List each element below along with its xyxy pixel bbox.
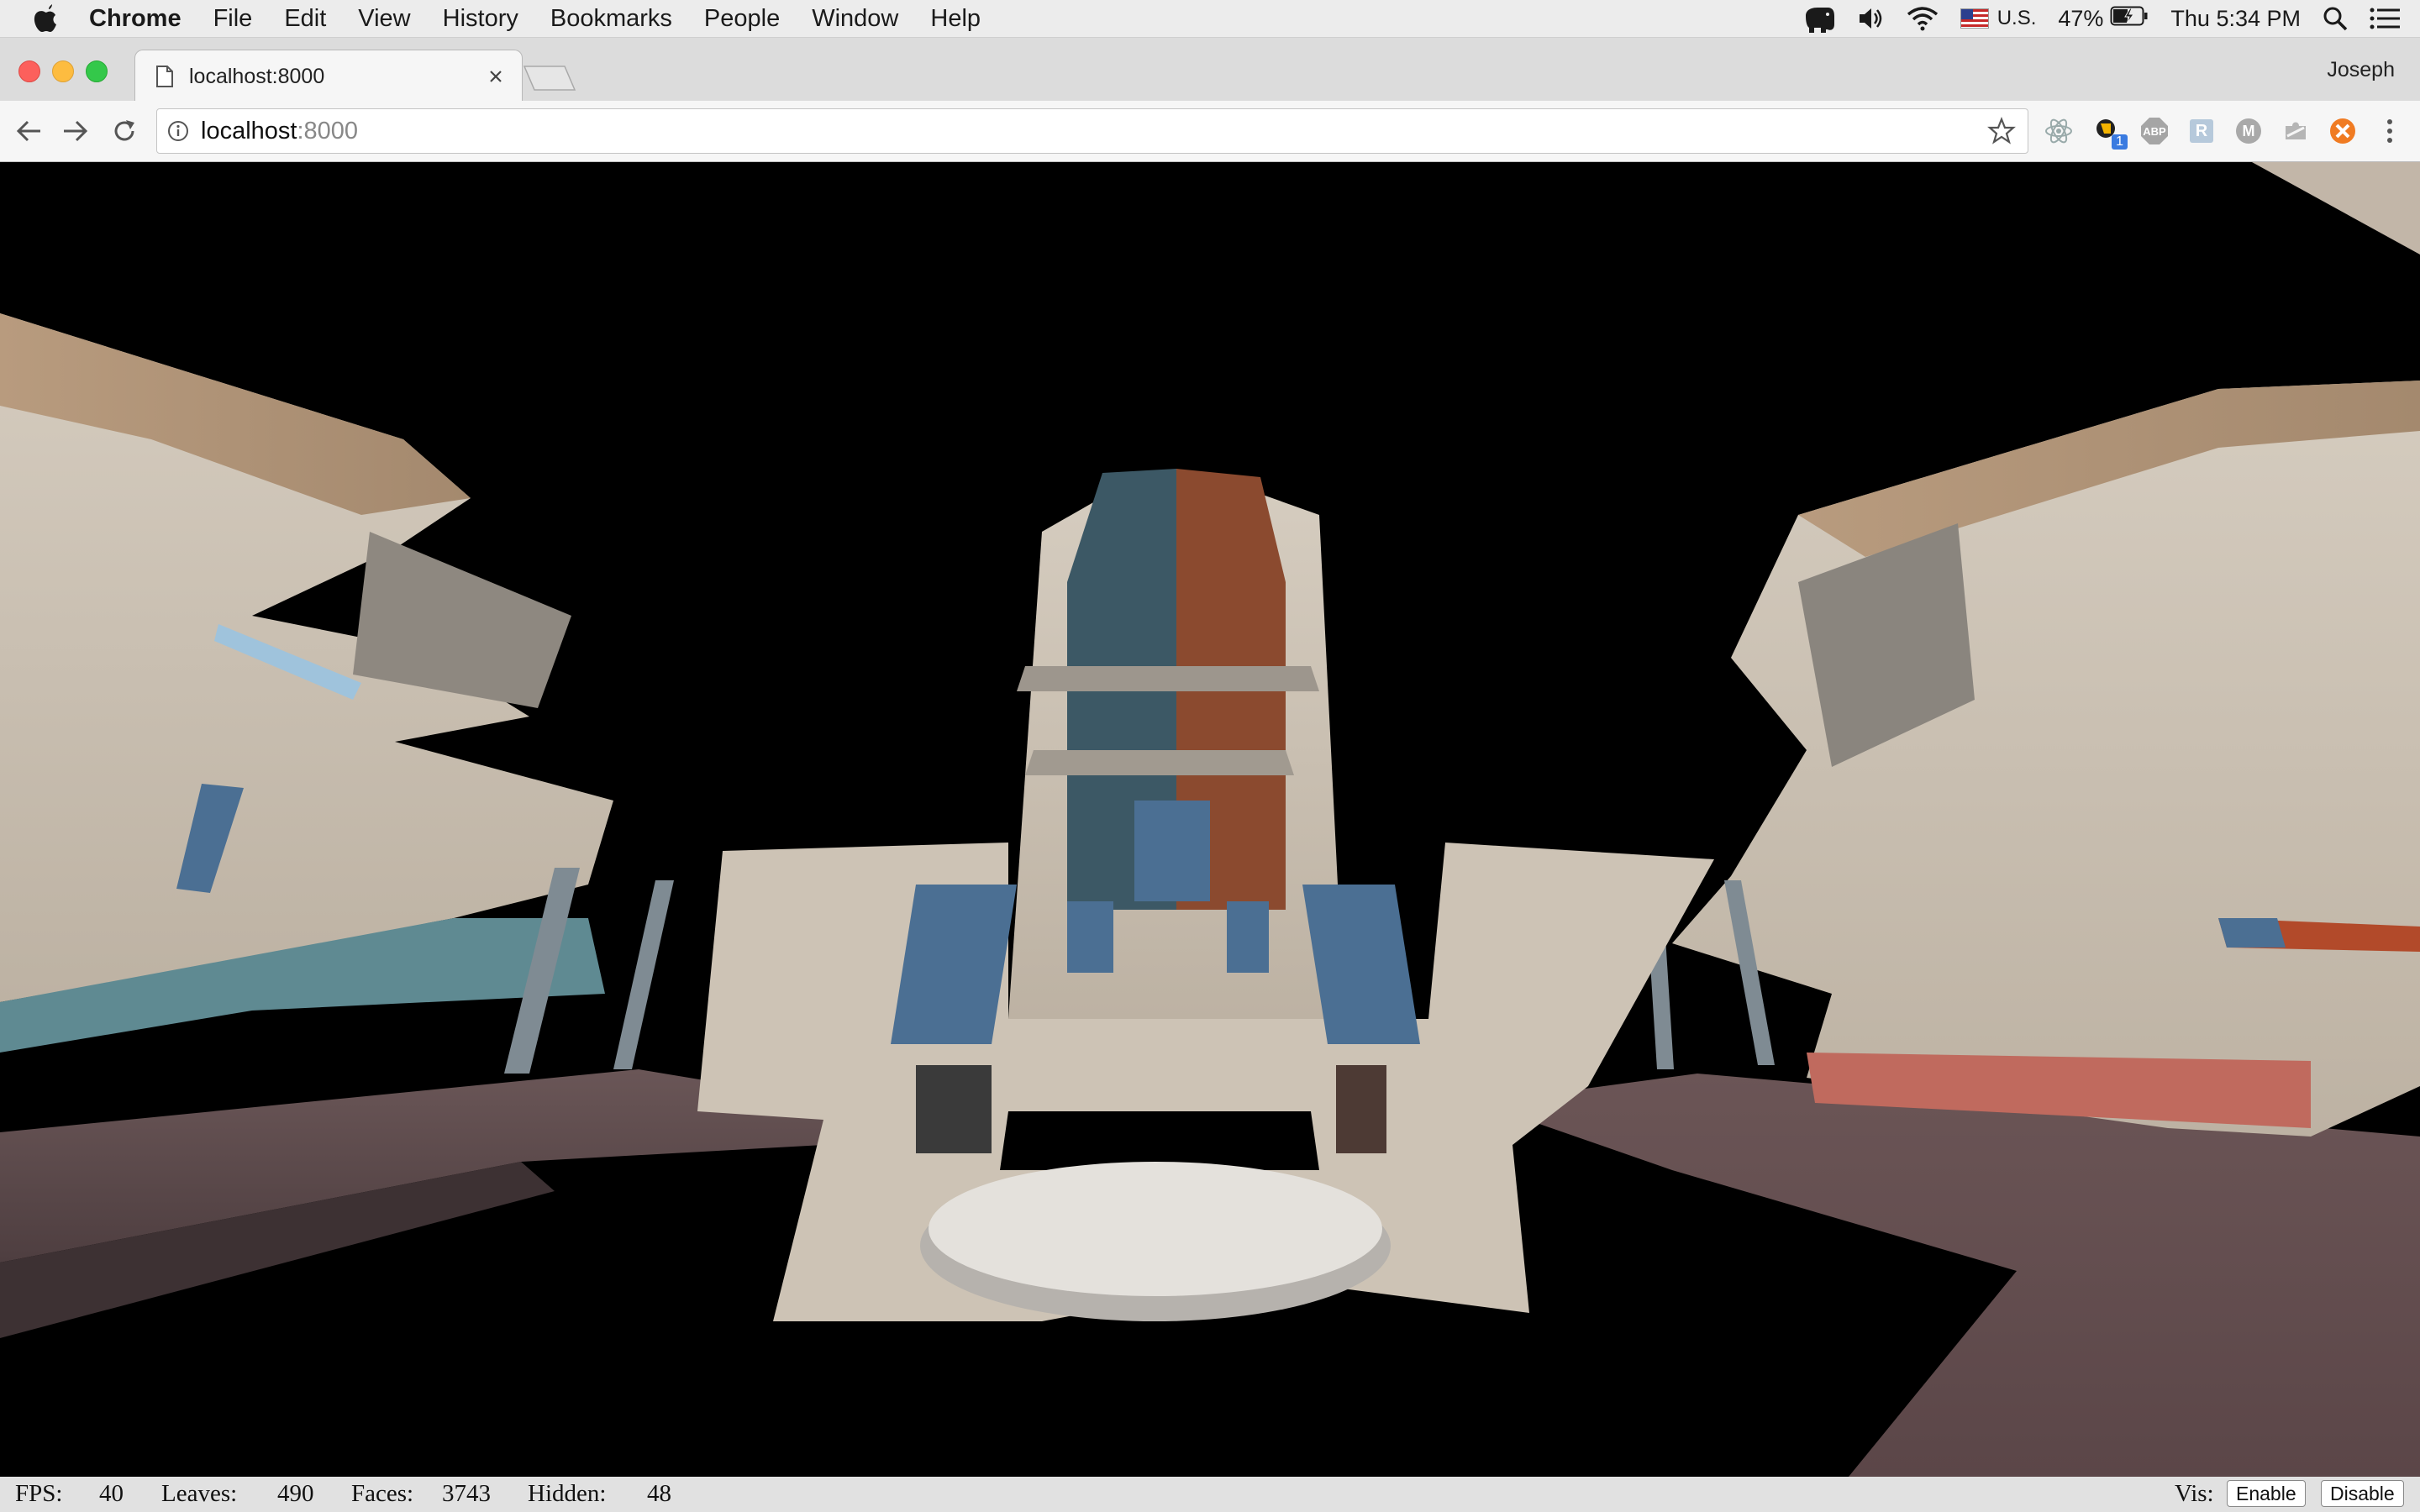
- menu-edit[interactable]: Edit: [284, 5, 326, 33]
- enable-button[interactable]: Enable: [2227, 1480, 2306, 1507]
- window-close-button[interactable]: [18, 60, 40, 82]
- tower-ledge-1: [1017, 666, 1319, 691]
- leaves-label: Leaves:: [161, 1480, 238, 1507]
- menu-bookmarks[interactable]: Bookmarks: [550, 5, 672, 33]
- tower-window: [1134, 801, 1210, 901]
- orange-extension-icon[interactable]: [2328, 116, 2358, 146]
- volume-icon[interactable]: [1858, 6, 1885, 31]
- central-window-small-right: [1227, 901, 1269, 973]
- hidden-value: 48: [647, 1480, 671, 1507]
- menu-history[interactable]: History: [443, 5, 518, 33]
- notification-center-icon[interactable]: [2370, 7, 2400, 30]
- apple-icon[interactable]: [32, 4, 57, 33]
- ladder-left-2: [613, 880, 674, 1069]
- menu-people[interactable]: People: [704, 5, 780, 33]
- battery-percent: 47%: [2058, 5, 2104, 31]
- menu-app-chrome[interactable]: Chrome: [89, 5, 182, 33]
- url-text: localhost:8000: [201, 118, 358, 145]
- forward-icon[interactable]: [60, 116, 91, 146]
- star-icon[interactable]: [1987, 117, 2016, 145]
- close-icon[interactable]: [483, 64, 508, 89]
- evernote-icon[interactable]: [1802, 4, 1836, 33]
- window-minimize-button[interactable]: [52, 60, 74, 82]
- address-bar[interactable]: localhost:8000: [156, 108, 2028, 154]
- webgl-viewport[interactable]: [0, 162, 2420, 1477]
- doorway-left: [916, 1065, 992, 1153]
- tab-localhost[interactable]: localhost:8000: [134, 50, 523, 102]
- url-port: :8000: [297, 117, 359, 144]
- central-arch-opening: [1000, 1111, 1319, 1170]
- tab-title: localhost:8000: [189, 64, 325, 88]
- building-corner-top-right: [2252, 162, 2420, 255]
- spotlight-icon[interactable]: [2323, 6, 2348, 31]
- adblock-label: ABP: [2143, 124, 2166, 138]
- window-zoom-button[interactable]: [86, 60, 108, 82]
- page-icon: [155, 66, 174, 87]
- clock[interactable]: Thu 5:34 PM: [2170, 6, 2301, 32]
- m-extension-icon[interactable]: M: [2233, 116, 2264, 146]
- tower-ledge-2: [1025, 750, 1294, 775]
- input-source[interactable]: U.S.: [1960, 7, 2037, 30]
- menu-bar: Chrome File Edit View History Bookmarks …: [0, 0, 2420, 38]
- building-right-window: [2218, 918, 2286, 948]
- menu-view[interactable]: View: [358, 5, 410, 33]
- r-extension-label: R: [2195, 121, 2208, 140]
- hidden-label: Hidden:: [528, 1480, 607, 1507]
- new-tab-button[interactable]: [523, 65, 576, 92]
- us-flag-icon: [1960, 8, 1989, 29]
- leaves-value: 490: [277, 1480, 314, 1507]
- extension-badge: 1: [2112, 134, 2128, 150]
- m-extension-label: M: [2242, 122, 2255, 139]
- battery-status[interactable]: 47%: [2058, 5, 2149, 33]
- fps-value: 40: [99, 1480, 124, 1507]
- reload-icon[interactable]: [109, 116, 139, 146]
- faces-label: Faces:: [351, 1480, 414, 1507]
- menu-file[interactable]: File: [213, 5, 253, 33]
- disable-button[interactable]: Disable: [2321, 1480, 2404, 1507]
- round-platform: [929, 1162, 1382, 1296]
- input-source-label: U.S.: [1996, 7, 2037, 29]
- central-window-small-left: [1067, 901, 1113, 973]
- extension-with-badge-icon[interactable]: 1: [2092, 116, 2128, 150]
- browser-toolbar: localhost:8000 1 ABP R M: [0, 101, 2420, 162]
- r-extension-icon[interactable]: R: [2186, 116, 2217, 146]
- fps-label: FPS:: [15, 1480, 63, 1507]
- wifi-icon[interactable]: [1907, 6, 1939, 31]
- menu-help[interactable]: Help: [930, 5, 981, 33]
- faces-value: 3743: [442, 1480, 491, 1507]
- stats-bar: FPS: 40 Leaves: 490 Faces: 3743 Hidden: …: [0, 1477, 2420, 1512]
- adblock-plus-icon[interactable]: ABP: [2139, 116, 2170, 146]
- menu-window[interactable]: Window: [812, 5, 898, 33]
- battery-icon: [2110, 5, 2149, 33]
- doorway-right: [1336, 1065, 1386, 1153]
- tab-strip: localhost:8000 Joseph: [0, 38, 2420, 102]
- back-icon[interactable]: [13, 116, 44, 146]
- menu-icon[interactable]: [2375, 116, 2405, 146]
- react-devtools-icon[interactable]: [2044, 116, 2074, 146]
- status-area: U.S. 47% Thu 5:34 PM: [1802, 0, 2400, 37]
- bsp-map-scene: [0, 162, 2420, 1477]
- profile-name[interactable]: Joseph: [2327, 58, 2395, 82]
- vis-label: Vis:: [2175, 1480, 2214, 1507]
- puzzle-extension-icon[interactable]: [2281, 116, 2311, 146]
- info-icon[interactable]: [167, 120, 189, 142]
- url-host: localhost: [201, 117, 297, 144]
